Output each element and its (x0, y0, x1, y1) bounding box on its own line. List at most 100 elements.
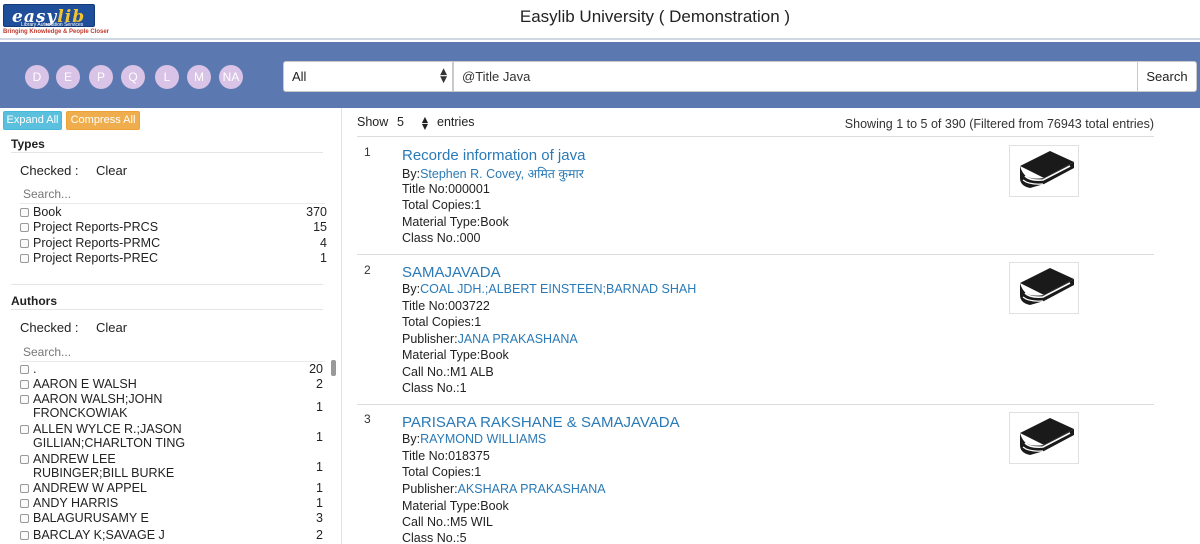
facet-count: 1 (316, 460, 323, 474)
checkbox[interactable] (20, 499, 29, 508)
author-link[interactable]: RAYMOND WILLIAMS (420, 432, 546, 446)
divider (11, 309, 323, 310)
result-title-link[interactable]: Recorde information of java (402, 147, 585, 164)
results-summary: Showing 1 to 5 of 390 (Filtered from 769… (844, 117, 1154, 131)
facet-count: 370 (306, 205, 327, 219)
divider (357, 136, 1154, 137)
result-total-copies: Total Copies:1 (402, 465, 482, 479)
authors-checked-label: Checked : (20, 320, 79, 335)
panel-divider (341, 108, 342, 544)
authors-scrollbar[interactable] (331, 360, 336, 376)
search-band: D E P Q L M NA All ▲ ▼ @Title Java Search (0, 42, 1200, 108)
checkbox[interactable] (20, 208, 29, 217)
facet-label: ANDREW LEE RUBINGER;BILL BURKE (33, 452, 175, 480)
authors-search-input[interactable]: Search... (20, 344, 325, 362)
checkbox[interactable] (20, 254, 29, 263)
expand-all-button[interactable]: Expand All (3, 111, 62, 130)
authors-clear-button[interactable]: Clear (96, 320, 127, 335)
facet-count: 15 (313, 220, 327, 234)
page-title: Easylib University ( Demonstration ) (519, 7, 791, 26)
search-field-value: All (292, 69, 307, 84)
facet-count: 2 (316, 528, 323, 542)
page-size-value: 5 (397, 115, 404, 129)
alpha-filter-d[interactable]: D (25, 65, 49, 89)
types-heading: Types (11, 137, 45, 151)
types-clear-button[interactable]: Clear (96, 163, 127, 178)
facet-count: 2 (316, 377, 323, 391)
result-publisher-line: Publisher:AKSHARA PRAKASHANA (402, 482, 606, 496)
book-icon[interactable] (1009, 412, 1079, 464)
author-facet-item[interactable]: BARCLAY K;SAVAGE J 2 (20, 528, 326, 544)
publisher-link[interactable]: JANA PRAKASHANA (458, 332, 578, 346)
select-updown-icon: ▲ ▼ (421, 115, 428, 131)
page-size-select[interactable]: 5 ▲ ▼ (390, 112, 432, 132)
facet-label: ANDREW W APPEL (33, 481, 147, 495)
facet-label: AARON WALSH;JOHN FRONCKOWIAK (33, 392, 163, 420)
divider (11, 152, 323, 153)
result-title-no: Title No:000001 (402, 182, 490, 196)
author-link[interactable]: COAL JDH.;ALBERT EINSTEEN;BARNAD SHAH (420, 282, 696, 296)
result-total-copies: Total Copies:1 (402, 315, 482, 329)
checkbox[interactable] (20, 239, 29, 248)
result-class-no: Class No.:5 (402, 531, 467, 544)
logo-tagline: Bringing Knowledge & People Closer (3, 29, 110, 35)
result-call-no: Call No.:M1 ALB (402, 365, 494, 379)
search-input[interactable]: @Title Java (453, 61, 1138, 92)
types-search-input[interactable]: Search... (20, 186, 325, 204)
book-icon[interactable] (1009, 262, 1079, 314)
facet-count: 4 (320, 236, 327, 250)
checkbox[interactable] (20, 531, 29, 540)
checkbox[interactable] (20, 455, 29, 464)
authors-heading: Authors (11, 294, 57, 308)
alpha-filter-q[interactable]: Q (121, 65, 145, 89)
author-link[interactable]: Stephen R. Covey, अमित कुमार (420, 167, 584, 181)
result-author-line: By:COAL JDH.;ALBERT EINSTEEN;BARNAD SHAH (402, 282, 697, 296)
checkbox[interactable] (20, 395, 29, 404)
alpha-filter-na[interactable]: NA (219, 65, 243, 89)
result-author-line: By:RAYMOND WILLIAMS (402, 432, 547, 446)
search-button[interactable]: Search (1137, 61, 1197, 92)
facet-count: 1 (316, 496, 323, 510)
result-total-copies: Total Copies:1 (402, 198, 482, 212)
divider (357, 404, 1154, 405)
checkbox[interactable] (20, 425, 29, 434)
facet-label: . (33, 362, 37, 376)
divider (11, 284, 323, 285)
search-field-select[interactable]: All ▲ ▼ (283, 61, 453, 92)
facet-label: ALLEN WYLCE R.;JASON GILLIAN;CHARLTON TI… (33, 422, 186, 450)
checkbox[interactable] (20, 484, 29, 493)
alpha-filter-e[interactable]: E (56, 65, 80, 89)
checkbox[interactable] (20, 223, 29, 232)
result-title-no: Title No:003722 (402, 299, 490, 313)
alpha-filter-p[interactable]: P (89, 65, 113, 89)
alpha-filter-l[interactable]: L (155, 65, 179, 89)
facet-label: BARCLAY K;SAVAGE J (33, 528, 165, 542)
publisher-link[interactable]: AKSHARA PRAKASHANA (458, 482, 606, 496)
types-checked-label: Checked : (20, 163, 79, 178)
result-title-link[interactable]: SAMAJAVADA (402, 264, 501, 281)
result-title-link[interactable]: PARISARA RAKSHANE & SAMAJAVADA (402, 414, 680, 431)
checkbox[interactable] (20, 365, 29, 374)
book-icon[interactable] (1009, 145, 1079, 197)
result-class-no: Class No.:1 (402, 381, 467, 395)
result-title-no: Title No:018375 (402, 449, 490, 463)
compress-all-button[interactable]: Compress All (66, 111, 140, 130)
result-material-type: Material Type:Book (402, 215, 509, 229)
show-label: Show (357, 115, 389, 129)
facet-count: 1 (316, 481, 323, 495)
checkbox[interactable] (20, 380, 29, 389)
result-number: 3 (364, 412, 371, 426)
facet-count: 20 (309, 362, 323, 376)
result-number: 2 (364, 263, 371, 277)
result-publisher-line: Publisher:JANA PRAKASHANA (402, 332, 578, 346)
alpha-filter-m[interactable]: M (187, 65, 211, 89)
facet-label: Project Reports-PREC (33, 251, 159, 265)
facet-label: BALAGURUSAMY E (33, 511, 149, 525)
facet-label: Project Reports-PRCS (33, 220, 159, 234)
facet-count: 1 (316, 430, 323, 444)
facet-count: 1 (320, 251, 327, 265)
top-bar: easylib Library Automation Services Brin… (0, 0, 1200, 40)
divider (357, 254, 1154, 255)
checkbox[interactable] (20, 514, 29, 523)
result-class-no: Class No.:000 (402, 231, 481, 245)
